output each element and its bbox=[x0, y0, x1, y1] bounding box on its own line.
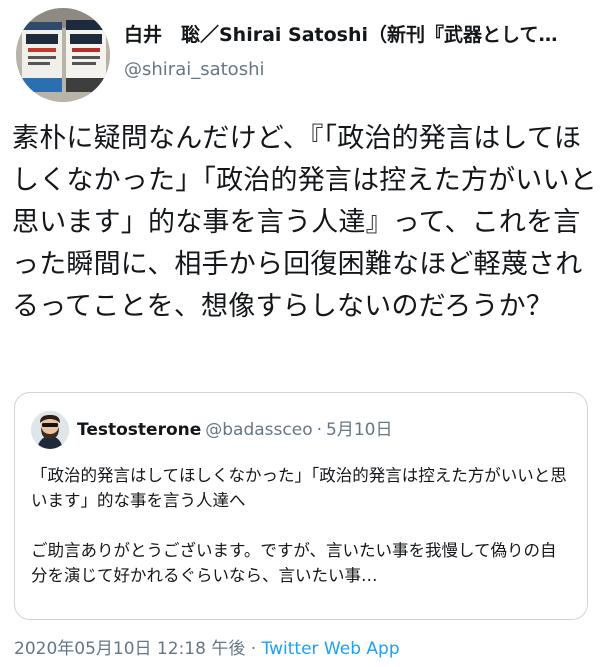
quoted-paragraph-1: 「政治的発言はしてほしくなかった」「政治的発言は控えた方がいいと思います」的な事… bbox=[31, 466, 567, 510]
tweet-text: 素朴に疑問なんだけど、『「政治的発言はしてほしくなかった」「政治的発言は控えた方… bbox=[12, 123, 597, 322]
quoted-author-name[interactable]: Testosterone bbox=[77, 420, 201, 440]
quoted-tweet-date[interactable]: 5月10日 bbox=[326, 420, 392, 440]
quoted-tweet-text: 「政治的発言はしてほしくなかった」「政治的発言は控えた方がいいと思います」的な事… bbox=[31, 463, 571, 588]
meta-separator: · bbox=[316, 420, 323, 440]
tweet-source-link[interactable]: Twitter Web App bbox=[262, 639, 400, 659]
quoted-author-avatar[interactable] bbox=[31, 411, 69, 449]
author-handle[interactable]: @shirai_satoshi bbox=[124, 58, 594, 82]
book-covers-avatar-icon bbox=[16, 8, 110, 102]
quoted-tweet-meta: Testosterone @badassceo · 5月10日 bbox=[77, 419, 392, 441]
quoted-tweet[interactable]: Testosterone @badassceo · 5月10日 「政治的発言はしてほし… bbox=[14, 392, 588, 620]
tweet: 白井 聡／Shirai Satoshi（新刊『武器として… @shirai_sa… bbox=[0, 0, 604, 667]
author-display-name[interactable]: 白井 聡／Shirai Satoshi（新刊『武器として… bbox=[124, 22, 594, 48]
quoted-paragraph-2: ご助言ありがとうございます。ですが、言いたい事を我慢して偽りの自分を演じて好かれ… bbox=[31, 541, 557, 585]
tweet-timestamp[interactable]: 2020年05月10日 12:18 午後 bbox=[14, 639, 245, 659]
quoted-tweet-header: Testosterone @badassceo · 5月10日 bbox=[31, 411, 571, 451]
tweet-header: 白井 聡／Shirai Satoshi（新刊『武器として… @shirai_sa… bbox=[16, 8, 596, 104]
author-avatar[interactable] bbox=[16, 8, 110, 102]
footer-separator: · bbox=[250, 639, 257, 659]
author-name-block: 白井 聡／Shirai Satoshi（新刊『武器として… @shirai_sa… bbox=[124, 22, 594, 82]
tweet-footer: 2020年05月10日 12:18 午後 · Twitter Web App bbox=[14, 638, 400, 660]
bearded-man-avatar-icon bbox=[31, 411, 69, 449]
quoted-author-handle[interactable]: @badassceo bbox=[205, 420, 312, 440]
